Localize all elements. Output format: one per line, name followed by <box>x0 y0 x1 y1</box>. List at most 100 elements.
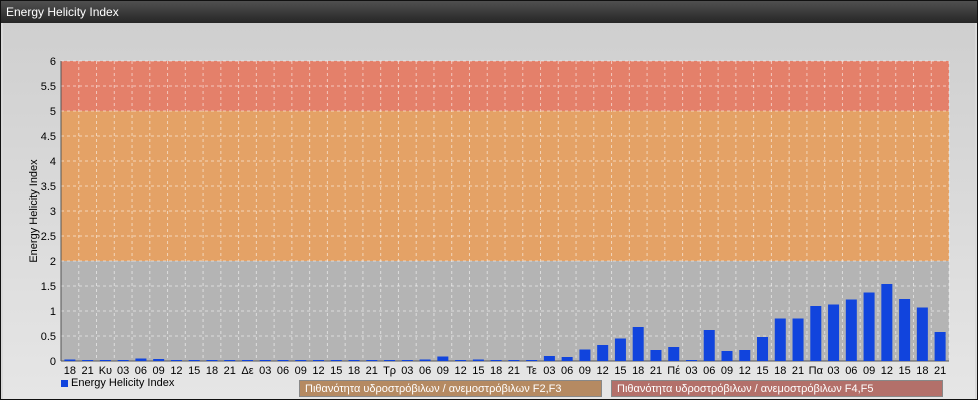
bar <box>650 350 662 361</box>
bar <box>774 318 786 361</box>
x-tick-label: 21 <box>792 365 804 377</box>
bar <box>277 360 289 361</box>
bar <box>64 359 76 361</box>
x-tick-label: 09 <box>437 365 449 377</box>
bar <box>668 347 680 361</box>
bar <box>455 360 467 361</box>
bar <box>632 327 644 361</box>
bar <box>934 332 946 361</box>
x-tick-label: Κυ <box>99 365 112 377</box>
bar <box>810 306 822 361</box>
chart-panel: 0 0.5 1 1.5 2 2.5 3 3.5 4 4.5 5 5.5 6 18 21 Κυ 03 06 09 12 1… <box>3 23 975 399</box>
legend-swatch <box>61 379 68 387</box>
x-tick-label: 15 <box>330 365 342 377</box>
x-tick-label: Πα <box>809 365 824 377</box>
bar <box>170 360 182 361</box>
bar <box>295 360 307 361</box>
x-tick-label: 09 <box>579 365 591 377</box>
bar <box>419 359 431 361</box>
x-tick-label: 18 <box>64 365 76 377</box>
chart-window: Energy Helicity Index 0 0.5 1 1.5 2 2.5 3 3.5 4 4… <box>0 0 978 400</box>
bar <box>685 360 697 361</box>
bar <box>206 360 218 361</box>
x-tick-label: 06 <box>845 365 857 377</box>
bar <box>614 338 626 361</box>
bar <box>508 360 520 361</box>
x-tick-label: 03 <box>685 365 697 377</box>
y-tick-label: 1.5 <box>41 281 56 293</box>
y-tick-label: 5.5 <box>41 81 56 93</box>
bar <box>739 350 751 361</box>
y-tick-label: 4.5 <box>41 131 56 143</box>
x-tick-label: 09 <box>721 365 733 377</box>
x-tick-label: 18 <box>206 365 218 377</box>
x-tick-label: Τρ <box>383 365 396 377</box>
x-tick-label: 09 <box>295 365 307 377</box>
bar <box>881 284 893 361</box>
y-tick-label: 2.5 <box>41 231 56 243</box>
x-tick-label: 06 <box>561 365 573 377</box>
bar <box>792 318 804 361</box>
bar <box>401 360 413 361</box>
bar <box>916 307 928 361</box>
x-tick-label: 21 <box>650 365 662 377</box>
y-axis-label: Energy Helicity Index <box>28 159 40 263</box>
band-legend-f4f5: Πιθανότητα υδροστρόβιλων / ανεμοστρόβιλω… <box>611 380 943 397</box>
x-tick-label: Δε <box>241 365 253 377</box>
x-tick-label: 06 <box>277 365 289 377</box>
bar <box>472 359 484 361</box>
bar <box>224 360 236 361</box>
bar <box>543 356 555 361</box>
bar <box>899 299 911 361</box>
window-title: Energy Helicity Index <box>1 1 977 23</box>
bar <box>703 330 715 361</box>
x-tick-label: 15 <box>188 365 200 377</box>
bar <box>313 360 325 361</box>
x-tick-label: 03 <box>827 365 839 377</box>
x-tick-label: 15 <box>898 365 910 377</box>
y-tick-label: 3 <box>50 206 56 218</box>
x-tick-label: 21 <box>934 365 946 377</box>
y-tick-label: 6 <box>50 56 56 68</box>
x-tick-label: 03 <box>259 365 271 377</box>
bar <box>579 349 591 361</box>
bar <box>437 356 449 361</box>
y-tick-label: 0.5 <box>41 331 56 343</box>
x-tick-label: 03 <box>401 365 413 377</box>
band-legend-f2f3: Πιθανότητα υδροστρόβιλων / ανεμοστρόβιλω… <box>299 380 602 397</box>
bar <box>153 359 165 361</box>
ehi-chart: 0 0.5 1 1.5 2 2.5 3 3.5 4 4.5 5 5.5 6 18 21 Κυ 03 06 09 12 1… <box>28 56 950 377</box>
x-tick-label: 18 <box>348 365 360 377</box>
y-tick-label: 4 <box>50 156 56 168</box>
x-tick-label: 18 <box>632 365 644 377</box>
bar <box>384 360 396 361</box>
bar <box>828 304 840 361</box>
bar <box>863 292 875 361</box>
x-tick-label: 03 <box>117 365 129 377</box>
x-tick-label: 12 <box>597 365 609 377</box>
y-tick-label: 3.5 <box>41 181 56 193</box>
bar <box>845 299 857 361</box>
y-tick-label: 0 <box>50 356 56 368</box>
bar <box>135 358 147 361</box>
y-tick-label: 1 <box>50 306 56 318</box>
bar <box>757 337 769 361</box>
x-tick-label: 21 <box>224 365 236 377</box>
y-tick-label: 2 <box>50 256 56 268</box>
x-tick-label: 06 <box>135 365 147 377</box>
x-tick-label: 18 <box>774 365 786 377</box>
bar <box>348 360 360 361</box>
x-tick-label: 12 <box>312 365 324 377</box>
x-tick-label: 03 <box>543 365 555 377</box>
legend-series[interactable]: Energy Helicity Index <box>61 377 174 389</box>
bar <box>561 357 573 361</box>
x-tick-label: 06 <box>703 365 715 377</box>
x-tick-label: 21 <box>508 365 520 377</box>
x-tick-label: 18 <box>916 365 928 377</box>
bar <box>259 360 271 361</box>
bar <box>330 360 342 361</box>
x-tick-label: 15 <box>472 365 484 377</box>
bar <box>188 360 200 361</box>
x-tick-label: 12 <box>739 365 751 377</box>
x-tick-label: 12 <box>170 365 182 377</box>
